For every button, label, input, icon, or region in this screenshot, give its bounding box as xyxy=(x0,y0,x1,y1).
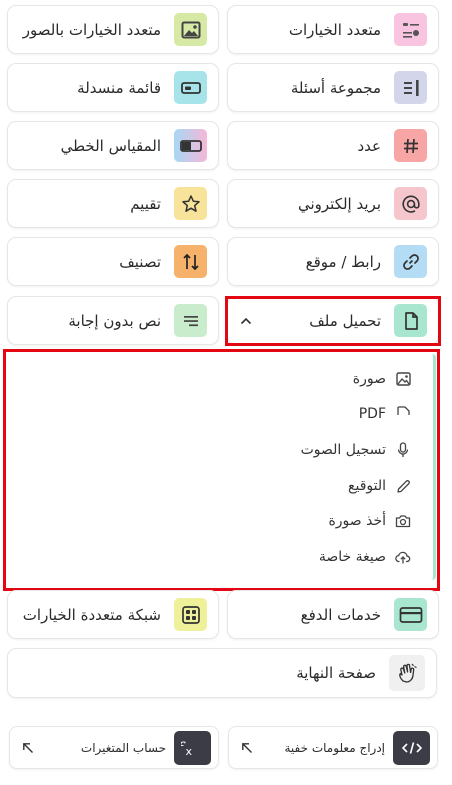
grid-icon xyxy=(174,598,207,631)
question-type-label: قائمة منسدلة xyxy=(77,78,161,97)
svg-text:PDF: PDF xyxy=(396,417,397,422)
question-type-label: تقييم xyxy=(130,194,161,213)
image-icon xyxy=(174,13,207,46)
file-option-label: صيغة خاصة xyxy=(318,549,386,565)
file-option-signature[interactable]: التوقيع xyxy=(348,473,411,499)
question-type-label: متعدد الخيارات xyxy=(288,20,381,39)
question-type-dropdown[interactable]: قائمة منسدلة xyxy=(7,63,219,112)
credit-card-icon xyxy=(394,598,427,631)
question-type-matrix[interactable]: شبكة متعددة الخيارات xyxy=(7,590,219,639)
file-option-camera[interactable]: أخذ صورة xyxy=(328,508,411,534)
camera-icon xyxy=(395,513,411,529)
variables-label: حساب المتغيرات xyxy=(80,740,166,755)
question-type-label: تصنيف xyxy=(119,252,161,271)
pdf-icon: PDF xyxy=(395,406,411,422)
question-type-ranking[interactable]: تصنيف xyxy=(7,237,219,286)
waving-hand-icon xyxy=(389,655,425,691)
code-icon xyxy=(393,730,430,765)
arrow-up-left-icon xyxy=(22,742,34,754)
question-type-label: مجموعة أسئلة xyxy=(290,78,381,97)
question-type-picture-choice[interactable]: متعدد الخيارات بالصور xyxy=(7,5,219,54)
file-upload-options-panel: صورة PDF PDF تسجيل الصوت التوقيع أخذ صور… xyxy=(10,354,436,580)
question-type-file-upload[interactable]: تحميل ملف xyxy=(227,296,439,345)
arrow-up-left-icon xyxy=(241,742,253,754)
at-icon xyxy=(394,187,427,220)
file-option-audio[interactable]: تسجيل الصوت xyxy=(301,437,411,463)
pencil-icon xyxy=(395,478,411,494)
chevron-up-icon[interactable] xyxy=(240,317,252,325)
question-type-label: رابط / موقع xyxy=(305,252,381,271)
hash-icon xyxy=(394,129,427,162)
multiple-choice-icon xyxy=(394,13,427,46)
file-option-label: صورة xyxy=(352,371,386,387)
linear-scale-icon xyxy=(174,129,207,162)
image-icon xyxy=(395,371,411,387)
question-type-rating[interactable]: تقييم xyxy=(7,179,219,228)
question-type-end-page[interactable]: صفحة النهاية xyxy=(7,648,437,698)
question-type-label: بريد إلكتروني xyxy=(297,194,381,213)
file-option-label: أخذ صورة xyxy=(328,513,386,529)
file-option-label: تسجيل الصوت xyxy=(300,442,386,458)
question-type-label: خدمات الدفع xyxy=(300,605,381,624)
question-type-label: تحميل ملف xyxy=(309,311,381,330)
question-type-question-group[interactable]: مجموعة أسئلة xyxy=(227,63,439,112)
file-option-image[interactable]: صورة xyxy=(353,366,411,392)
question-type-number[interactable]: عدد xyxy=(227,121,439,170)
file-option-pdf[interactable]: PDF PDF xyxy=(359,401,411,427)
question-group-icon xyxy=(394,71,427,104)
variables-button[interactable]: fx حساب المتغيرات xyxy=(9,726,219,769)
question-type-email[interactable]: بريد إلكتروني xyxy=(227,179,439,228)
question-type-label: عدد xyxy=(357,136,381,155)
question-type-label: صفحة النهاية xyxy=(296,664,376,682)
svg-text:x: x xyxy=(185,745,192,758)
question-type-label: شبكة متعددة الخيارات xyxy=(22,605,161,624)
question-type-label: متعدد الخيارات بالصور xyxy=(22,20,161,39)
file-option-label: التوقيع xyxy=(348,478,386,494)
hidden-fields-label: إدراج معلومات خفية xyxy=(284,740,386,755)
dropdown-icon xyxy=(174,71,207,104)
file-option-custom-format[interactable]: صيغة خاصة xyxy=(319,544,411,570)
question-type-label: نص بدون إجابة xyxy=(68,311,161,330)
text-lines-icon xyxy=(174,304,207,337)
function-icon: fx xyxy=(174,730,211,765)
question-type-statement[interactable]: نص بدون إجابة xyxy=(7,296,219,345)
question-type-multiple-choice[interactable]: متعدد الخيارات xyxy=(227,5,439,54)
link-icon xyxy=(394,245,427,278)
file-icon xyxy=(394,304,427,337)
cloud-upload-icon xyxy=(395,549,411,565)
hidden-fields-button[interactable]: إدراج معلومات خفية xyxy=(228,726,438,769)
question-type-linear-scale[interactable]: المقياس الخطي xyxy=(7,121,219,170)
question-type-url[interactable]: رابط / موقع xyxy=(227,237,439,286)
microphone-icon xyxy=(395,442,411,458)
file-option-label: PDF xyxy=(358,406,386,422)
star-icon xyxy=(174,187,207,220)
sort-arrows-icon xyxy=(174,245,207,278)
question-type-payment[interactable]: خدمات الدفع xyxy=(227,590,439,639)
question-type-label: المقياس الخطي xyxy=(60,136,161,155)
